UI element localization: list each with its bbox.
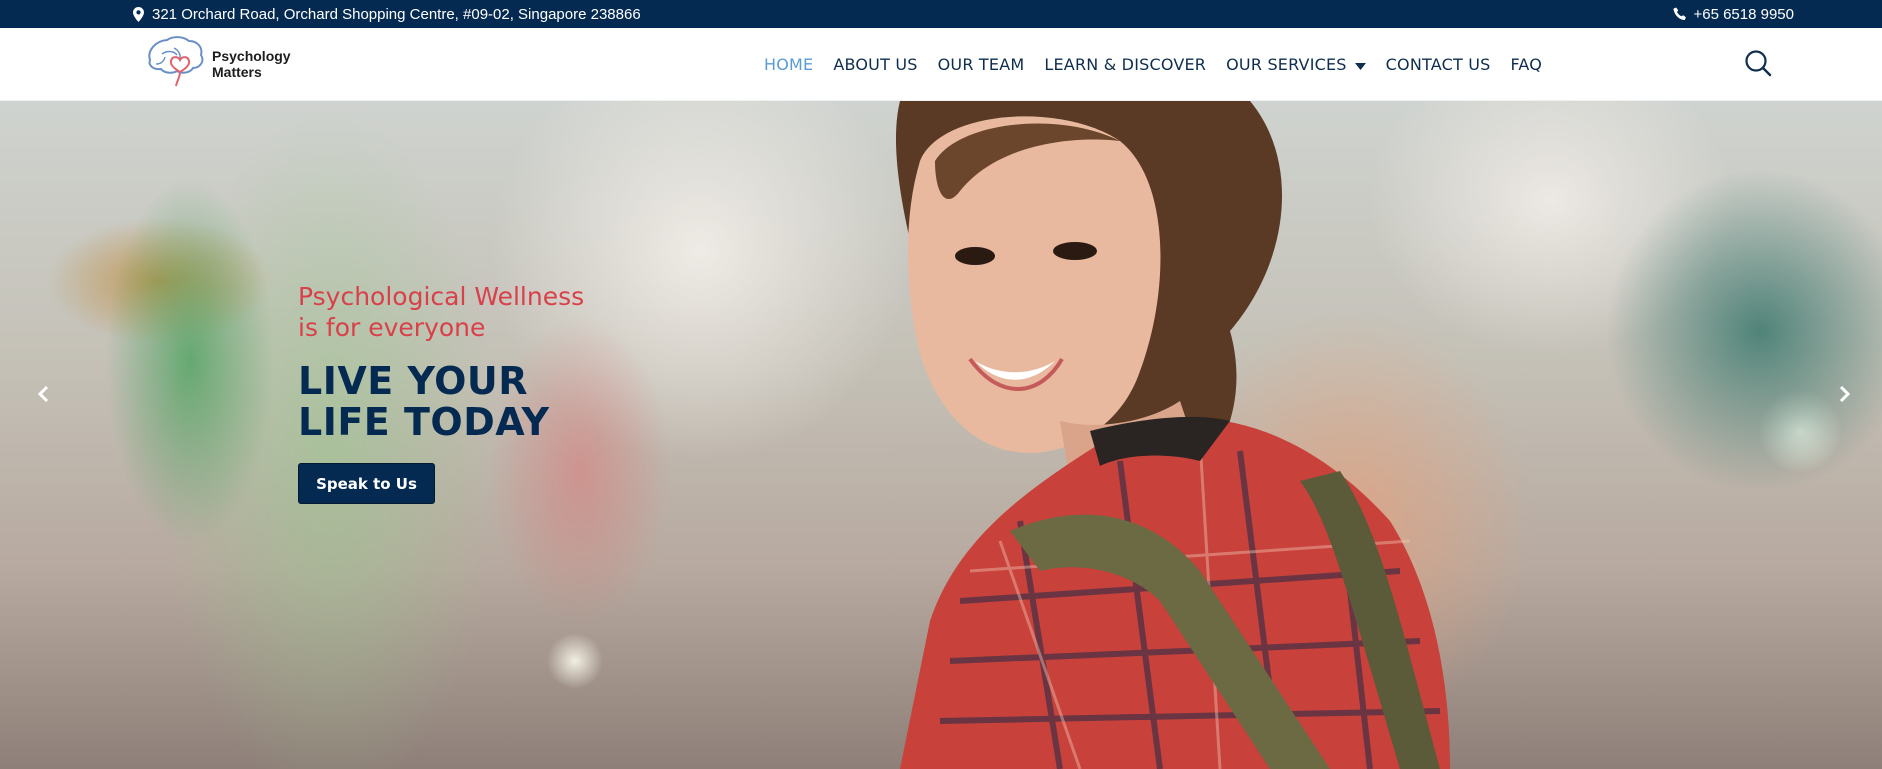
tagline-line-1: Psychological Wellness bbox=[298, 282, 585, 311]
hero-headline: LIVE YOUR LIFE TODAY bbox=[298, 361, 584, 443]
hero-tagline: Psychological Wellness is for everyone bbox=[298, 281, 584, 343]
nav-contact-us[interactable]: CONTACT US bbox=[1376, 55, 1501, 74]
headline-line-1: LIVE YOUR bbox=[298, 359, 529, 403]
chevron-right-icon bbox=[1839, 385, 1851, 407]
phone-icon bbox=[1673, 7, 1687, 21]
map-pin-icon bbox=[133, 6, 144, 22]
logo-line-2: Matters bbox=[212, 64, 262, 80]
hero-photo-woman bbox=[895, 101, 1450, 769]
nav-our-team[interactable]: OUR TEAM bbox=[928, 55, 1035, 74]
nav-faq[interactable]: FAQ bbox=[1501, 55, 1553, 74]
site-logo[interactable]: Psychology Matters bbox=[144, 35, 291, 93]
slider-prev-button[interactable] bbox=[30, 383, 56, 409]
brain-heart-logo-icon bbox=[144, 34, 208, 95]
address-info: 321 Orchard Road, Orchard Shopping Centr… bbox=[133, 0, 641, 28]
top-info-bar: 321 Orchard Road, Orchard Shopping Centr… bbox=[0, 0, 1882, 28]
chevron-left-icon bbox=[37, 385, 49, 407]
main-header: Psychology Matters HOME ABOUT US OUR TEA… bbox=[0, 28, 1882, 101]
tagline-line-2: is for everyone bbox=[298, 313, 486, 342]
search-icon[interactable] bbox=[1743, 48, 1773, 78]
nav-about-us[interactable]: ABOUT US bbox=[823, 55, 927, 74]
slider-next-button[interactable] bbox=[1832, 383, 1858, 409]
hero-text-block: Psychological Wellness is for everyone L… bbox=[298, 281, 584, 504]
nav-home[interactable]: HOME bbox=[754, 55, 823, 74]
hero-slider: Psychological Wellness is for everyone L… bbox=[0, 101, 1882, 769]
nav-our-services[interactable]: OUR SERVICES bbox=[1216, 55, 1376, 74]
logo-line-1: Psychology bbox=[212, 48, 291, 64]
caret-down-icon bbox=[1354, 55, 1366, 74]
nav-learn-discover[interactable]: LEARN & DISCOVER bbox=[1034, 55, 1216, 74]
main-nav: HOME ABOUT US OUR TEAM LEARN & DISCOVER … bbox=[754, 28, 1552, 101]
address-text: 321 Orchard Road, Orchard Shopping Centr… bbox=[152, 5, 641, 23]
headline-line-2: LIFE TODAY bbox=[298, 400, 550, 444]
phone-text[interactable]: +65 6518 9950 bbox=[1693, 6, 1794, 23]
speak-to-us-button[interactable]: Speak to Us bbox=[298, 463, 435, 504]
phone-info[interactable]: +65 6518 9950 bbox=[1673, 0, 1794, 28]
